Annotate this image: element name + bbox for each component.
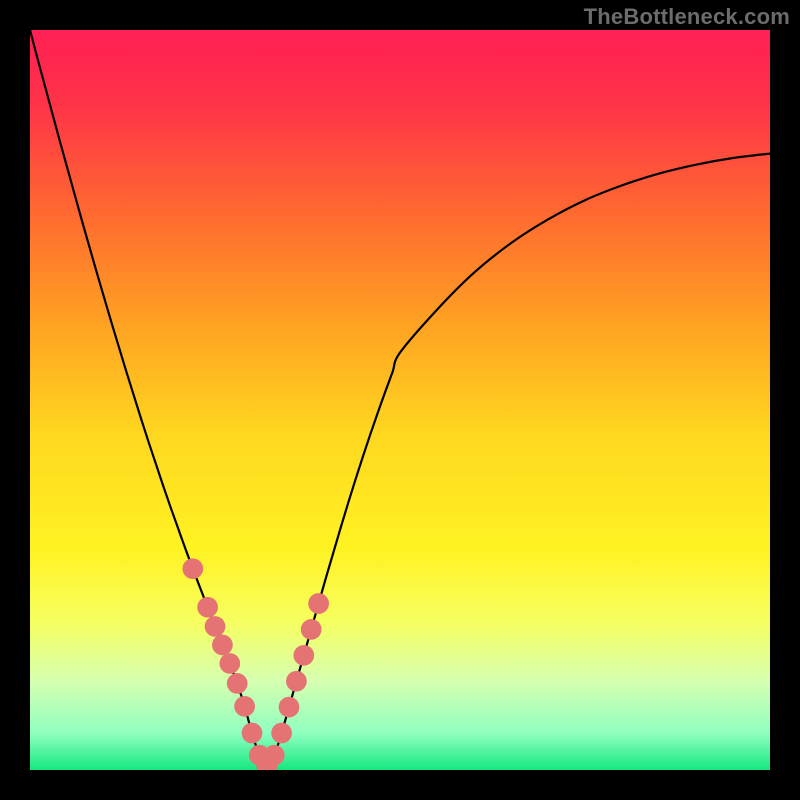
bottleneck-curve [30, 30, 770, 766]
list-item [301, 619, 322, 640]
curve-markers [182, 558, 329, 770]
list-item [293, 645, 314, 666]
curve-layer [30, 30, 770, 770]
list-item [219, 653, 240, 674]
list-item [279, 697, 300, 718]
list-item [197, 597, 218, 618]
plot-area [30, 30, 770, 770]
list-item [234, 696, 255, 717]
list-item [205, 616, 226, 637]
list-item [286, 671, 307, 692]
list-item [271, 723, 292, 744]
list-item [264, 745, 285, 766]
watermark-text: TheBottleneck.com [584, 4, 790, 30]
list-item [227, 673, 248, 694]
chart-frame: TheBottleneck.com [0, 0, 800, 800]
list-item [242, 723, 263, 744]
list-item [308, 593, 329, 614]
list-item [182, 558, 203, 579]
list-item [212, 635, 233, 656]
